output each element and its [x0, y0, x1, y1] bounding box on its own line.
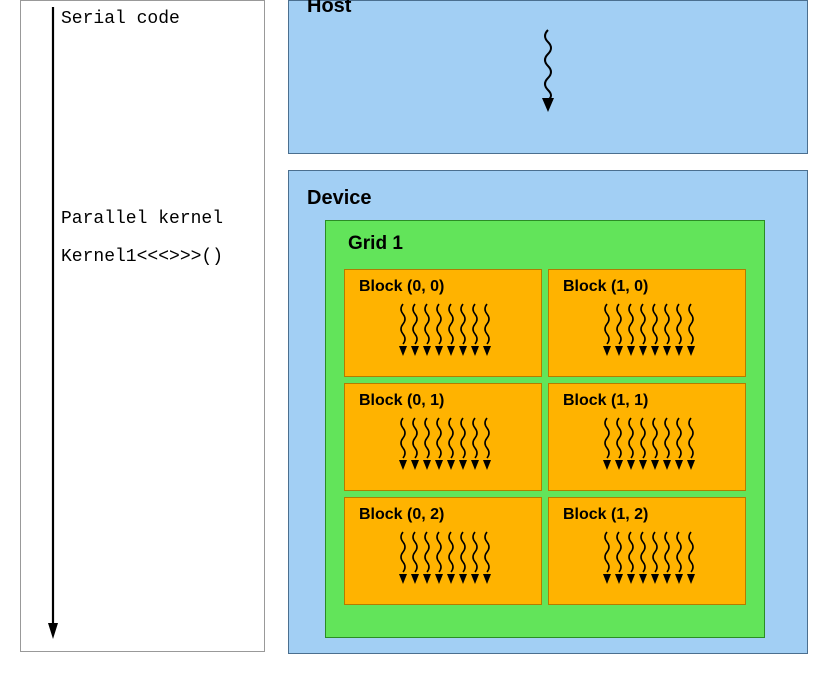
thread-icon	[433, 302, 445, 358]
block-threads	[359, 530, 531, 586]
thread-icon	[457, 416, 469, 472]
thread-icon	[469, 530, 481, 586]
thread-icon	[433, 416, 445, 472]
block-title: Block (1, 1)	[563, 392, 735, 410]
block-row: Block (0, 0) Block (1, 0)	[344, 269, 746, 377]
thread-icon	[601, 302, 613, 358]
thread-icon	[397, 530, 409, 586]
thread-icon	[421, 416, 433, 472]
thread-icon	[661, 302, 673, 358]
block: Block (0, 2)	[344, 497, 542, 605]
thread-icon	[433, 530, 445, 586]
thread-icon	[637, 416, 649, 472]
thread-icon	[409, 302, 421, 358]
thread-icon	[673, 530, 685, 586]
thread-icon	[613, 302, 625, 358]
thread-icon	[637, 302, 649, 358]
block: Block (0, 0)	[344, 269, 542, 377]
thread-icon	[625, 416, 637, 472]
thread-icon	[685, 302, 697, 358]
host-panel: Host	[288, 0, 808, 154]
thread-icon	[673, 302, 685, 358]
timeline-arrow-icon	[48, 7, 58, 639]
thread-icon	[625, 530, 637, 586]
thread-icon	[397, 302, 409, 358]
grid: Grid 1 Block (0, 0) Block (1, 0) Block (…	[325, 220, 765, 638]
thread-icon	[445, 530, 457, 586]
serial-code-label: Serial code	[61, 9, 180, 29]
block-threads	[563, 530, 735, 586]
thread-icon	[469, 416, 481, 472]
code-timeline-panel: Serial code Parallel kernel Kernel1<<<>>…	[20, 0, 265, 652]
thread-icon	[409, 530, 421, 586]
block-title: Block (1, 2)	[563, 506, 735, 524]
thread-icon	[457, 302, 469, 358]
device-panel: Device Grid 1 Block (0, 0) Block (1, 0) …	[288, 170, 808, 654]
thread-icon	[481, 416, 493, 472]
thread-icon	[457, 530, 469, 586]
block-title: Block (0, 2)	[359, 506, 531, 524]
block: Block (1, 1)	[548, 383, 746, 491]
thread-icon	[685, 530, 697, 586]
block-title: Block (0, 0)	[359, 278, 531, 296]
thread-icon	[421, 302, 433, 358]
parallel-kernel-label: Parallel kernel	[61, 209, 223, 229]
thread-icon	[673, 416, 685, 472]
block: Block (1, 0)	[548, 269, 746, 377]
block: Block (1, 2)	[548, 497, 746, 605]
thread-icon	[649, 530, 661, 586]
thread-icon	[613, 530, 625, 586]
thread-icon	[661, 530, 673, 586]
thread-icon	[397, 416, 409, 472]
block-row: Block (0, 1) Block (1, 1)	[344, 383, 746, 491]
thread-icon	[409, 416, 421, 472]
grid-title: Grid 1	[348, 233, 746, 255]
thread-icon	[661, 416, 673, 472]
thread-icon	[481, 530, 493, 586]
thread-icon	[601, 530, 613, 586]
thread-icon	[445, 302, 457, 358]
device-title: Device	[307, 187, 789, 210]
block-title: Block (0, 1)	[359, 392, 531, 410]
thread-icon	[481, 302, 493, 358]
block-row: Block (0, 2) Block (1, 2)	[344, 497, 746, 605]
block-title: Block (1, 0)	[563, 278, 735, 296]
block-threads	[563, 302, 735, 358]
thread-icon	[469, 302, 481, 358]
thread-icon	[637, 530, 649, 586]
host-title: Host	[307, 0, 789, 18]
block-threads	[563, 416, 735, 472]
block-threads	[359, 416, 531, 472]
block: Block (0, 1)	[344, 383, 542, 491]
thread-icon	[625, 302, 637, 358]
thread-icon	[421, 530, 433, 586]
thread-icon	[601, 416, 613, 472]
thread-icon	[685, 416, 697, 472]
thread-icon	[445, 416, 457, 472]
thread-icon	[613, 416, 625, 472]
thread-icon	[649, 302, 661, 358]
host-thread-icon	[307, 28, 789, 112]
block-threads	[359, 302, 531, 358]
kernel-launch-code: Kernel1<<<>>>()	[61, 247, 223, 267]
thread-icon	[649, 416, 661, 472]
